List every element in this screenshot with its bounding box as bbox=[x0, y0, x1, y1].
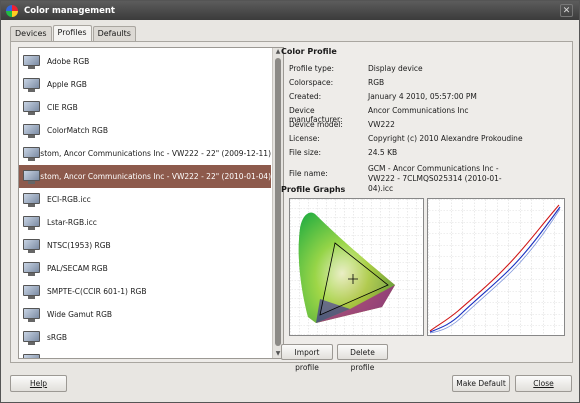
profile-label: ECI-RGB.icc bbox=[47, 195, 91, 204]
prop-key: Device model: bbox=[289, 120, 343, 129]
list-item[interactable]: CIE RGB bbox=[19, 96, 271, 119]
profile-label: Adobe RGB bbox=[47, 57, 90, 66]
make-default-button[interactable]: Make Default bbox=[452, 375, 510, 392]
list-item[interactable]: sRGB bbox=[19, 326, 271, 349]
monitor-icon bbox=[23, 330, 40, 345]
help-button[interactable]: Help bbox=[10, 375, 67, 392]
monitor-icon bbox=[23, 77, 40, 92]
close-button[interactable]: Close bbox=[515, 375, 572, 392]
list-item[interactable]: PAL/SECAM RGB bbox=[19, 257, 271, 280]
tab-devices[interactable]: Devices bbox=[10, 26, 52, 41]
prop-value: 24.5 KB bbox=[368, 148, 398, 157]
monitor-icon bbox=[23, 307, 40, 322]
color-management-window: Color management ✕ Devices Profiles Defa… bbox=[0, 0, 580, 403]
monitor-icon bbox=[23, 238, 40, 253]
prop-value: January 4 2010, 05:57:00 PM bbox=[368, 92, 477, 101]
tab-bar: Devices Profiles Defaults bbox=[10, 25, 137, 41]
list-item[interactable]: SMPTE-C(CCIR 601-1) RGB bbox=[19, 280, 271, 303]
prop-value: Copyright (c) 2010 Alexandre Prokoudine bbox=[368, 134, 523, 143]
profiles-panel: Adobe RGB Apple RGB CIE RGB ColorMatch R… bbox=[10, 41, 573, 372]
profile-label: CIE RGB bbox=[47, 103, 78, 112]
prop-key: File size: bbox=[289, 148, 322, 157]
list-item-selected[interactable]: Custom, Ancor Communications Inc - VW222… bbox=[19, 165, 271, 188]
make-default-button-label: Make Default bbox=[456, 379, 506, 388]
monitor-icon bbox=[23, 192, 40, 207]
monitor-icon bbox=[23, 123, 40, 138]
profile-label: SMPTE-C(CCIR 601-1) RGB bbox=[47, 287, 147, 296]
profile-label: Apple RGB bbox=[47, 80, 87, 89]
profile-list[interactable]: Adobe RGB Apple RGB CIE RGB ColorMatch R… bbox=[18, 47, 284, 359]
scroll-thumb[interactable] bbox=[275, 58, 281, 346]
color-profile-heading: Color Profile bbox=[281, 47, 337, 56]
cie-gamut-graph bbox=[289, 198, 424, 336]
tab-profiles[interactable]: Profiles bbox=[52, 25, 92, 41]
list-item[interactable]: ColorMatch RGB bbox=[19, 119, 271, 142]
monitor-icon bbox=[23, 261, 40, 276]
help-button-label: Help bbox=[29, 379, 48, 388]
window-title: Color management bbox=[24, 5, 115, 16]
prop-key: Colorspace: bbox=[289, 78, 334, 87]
profile-label: sRGB bbox=[47, 333, 68, 342]
profile-label: PAL/SECAM RGB bbox=[47, 264, 108, 273]
list-item[interactable]: Lstar-RGB.icc bbox=[19, 211, 271, 234]
monitor-icon bbox=[23, 353, 40, 358]
cie-gamut-svg bbox=[290, 199, 423, 335]
monitor-icon bbox=[23, 215, 40, 230]
profile-label: ColorMatch RGB bbox=[47, 126, 109, 135]
import-profile-button[interactable]: Import profile bbox=[281, 344, 333, 372]
profile-label: Custom, Ancor Communications Inc - VW222… bbox=[30, 172, 271, 181]
monitor-icon bbox=[23, 100, 40, 115]
list-item[interactable]: NTSC(1953) RGB bbox=[19, 234, 271, 257]
list-item[interactable] bbox=[19, 349, 271, 358]
profile-label: Wide Gamut RGB bbox=[47, 310, 113, 319]
prop-key: Created: bbox=[289, 92, 322, 101]
list-item[interactable]: Adobe RGB bbox=[19, 50, 271, 73]
prop-value: RGB bbox=[368, 78, 385, 87]
list-scrollbar[interactable]: ▲ ▼ bbox=[272, 48, 283, 358]
prop-key: File name: bbox=[289, 169, 328, 178]
profile-label: Custom, Ancor Communications Inc - VW222… bbox=[30, 149, 271, 158]
color-wheel-icon bbox=[6, 4, 18, 17]
profile-label: Lstar-RGB.icc bbox=[47, 218, 97, 227]
title-bar[interactable]: Color management ✕ bbox=[1, 1, 579, 20]
monitor-icon bbox=[23, 284, 40, 299]
trc-curve-graph bbox=[427, 198, 565, 336]
prop-key: Profile type: bbox=[289, 64, 334, 73]
list-item[interactable]: Apple RGB bbox=[19, 73, 271, 96]
list-item[interactable]: Custom, Ancor Communications Inc - VW222… bbox=[19, 142, 271, 165]
delete-profile-button[interactable]: Delete profile bbox=[337, 344, 388, 372]
profile-graphs-heading: Profile Graphs bbox=[281, 185, 346, 194]
list-item[interactable]: Wide Gamut RGB bbox=[19, 303, 271, 326]
prop-key: License: bbox=[289, 134, 320, 143]
prop-value: GCM - Ancor Communications Inc - VW222 -… bbox=[368, 164, 502, 193]
profile-label: NTSC(1953) RGB bbox=[47, 241, 111, 250]
tab-defaults[interactable]: Defaults bbox=[92, 26, 136, 41]
list-item[interactable]: ECI-RGB.icc bbox=[19, 188, 271, 211]
window-close-icon[interactable]: ✕ bbox=[560, 4, 573, 17]
monitor-icon bbox=[23, 54, 40, 69]
trc-curve-svg bbox=[428, 199, 564, 335]
prop-value: Display device bbox=[368, 64, 423, 73]
prop-value: Ancor Communications Inc bbox=[368, 106, 469, 115]
close-button-label: Close bbox=[533, 379, 554, 388]
prop-value: VW222 bbox=[368, 120, 395, 129]
